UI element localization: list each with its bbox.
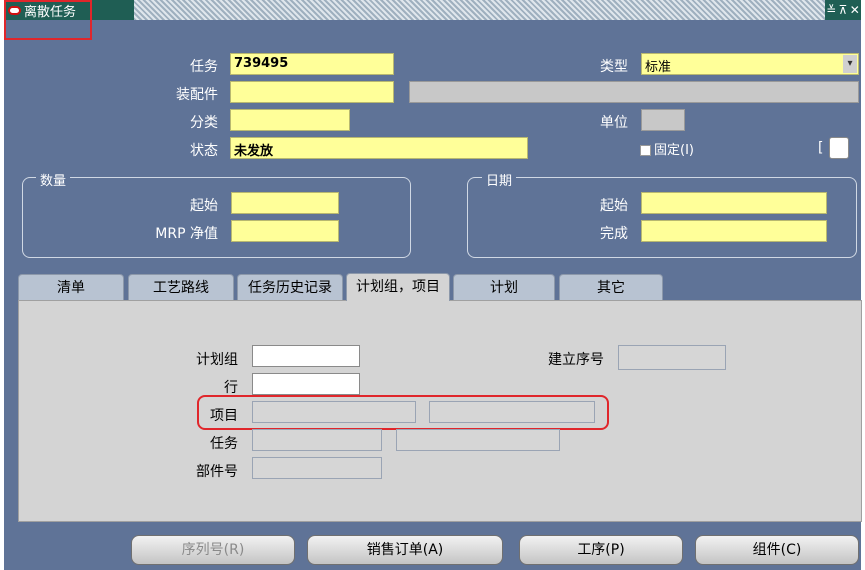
checkbox-icon[interactable] <box>640 145 651 156</box>
mrp-net-field[interactable] <box>231 220 339 242</box>
line-field[interactable] <box>252 373 360 395</box>
uom-field <box>641 109 685 131</box>
project-highlight-box <box>197 395 609 430</box>
task-field[interactable]: 739495 <box>230 53 394 75</box>
uom-label: 单位 <box>600 115 628 131</box>
assembly-description-field <box>409 81 859 103</box>
status-label: 状态 <box>190 143 218 159</box>
close-icon[interactable]: ✕ <box>850 3 860 17</box>
tab-bill[interactable]: 清单 <box>18 274 124 300</box>
task-label: 任务 <box>190 59 218 75</box>
bracket-left: [ <box>818 140 824 156</box>
plan-group-field[interactable] <box>252 345 360 367</box>
qty-start-label: 起始 <box>190 198 218 214</box>
firm-label: 固定(I) <box>654 143 694 158</box>
qty-start-field[interactable] <box>231 192 339 214</box>
type-select[interactable]: 标准 ▾ <box>641 53 859 75</box>
build-sequence-label: 建立序号 <box>548 352 604 368</box>
date-start-field[interactable] <box>641 192 827 214</box>
maximize-icon[interactable]: ⊼ <box>839 3 848 17</box>
tab-other[interactable]: 其它 <box>559 274 663 300</box>
firm-checkbox[interactable]: 固定(I) <box>640 139 694 158</box>
sales-order-button[interactable]: 销售订单(A) <box>307 535 503 565</box>
title-bar: 离散任务 ≚ ⊼ ✕ <box>4 0 861 20</box>
build-sequence-field[interactable] <box>618 345 726 370</box>
panel-task-description-field <box>396 429 560 451</box>
assembly-label: 装配件 <box>176 87 218 103</box>
type-label: 类型 <box>600 59 628 75</box>
tab-plan-group-project[interactable]: 计划组，项目 <box>346 273 450 301</box>
tab-schedule[interactable]: 计划 <box>453 274 555 300</box>
date-group-title: 日期 <box>482 170 517 189</box>
part-number-field[interactable] <box>252 457 382 479</box>
date-complete-field[interactable] <box>641 220 827 242</box>
date-start-label: 起始 <box>600 198 628 214</box>
part-number-label: 部件号 <box>196 464 238 480</box>
class-label: 分类 <box>190 115 218 131</box>
operations-button[interactable]: 工序(P) <box>519 535 683 565</box>
panel-task-field[interactable] <box>252 429 382 451</box>
status-field[interactable]: 未发放 <box>230 137 528 159</box>
chevron-down-icon[interactable]: ▾ <box>843 55 857 73</box>
title-highlight-box <box>4 0 92 40</box>
assembly-field[interactable] <box>230 81 394 103</box>
serial-number-button[interactable]: 序列号(R) <box>131 535 295 565</box>
date-complete-label: 完成 <box>600 226 628 242</box>
tab-history[interactable]: 任务历史记录 <box>237 274 343 300</box>
window-controls: ≚ ⊼ ✕ <box>825 0 861 20</box>
type-select-value: 标准 <box>645 60 672 75</box>
date-group <box>467 177 857 258</box>
components-button[interactable]: 组件(C) <box>695 535 859 565</box>
mrp-net-label: MRP 净值 <box>155 226 218 242</box>
tab-routing[interactable]: 工艺路线 <box>128 274 234 300</box>
minimize-icon[interactable]: ≚ <box>826 3 836 17</box>
quantity-group <box>22 177 411 258</box>
descriptive-flexfield[interactable] <box>829 137 849 159</box>
line-label: 行 <box>224 380 238 396</box>
class-field[interactable] <box>230 109 350 131</box>
quantity-group-title: 数量 <box>36 170 71 189</box>
plan-group-label: 计划组 <box>196 352 238 368</box>
panel-task-label: 任务 <box>210 436 238 452</box>
